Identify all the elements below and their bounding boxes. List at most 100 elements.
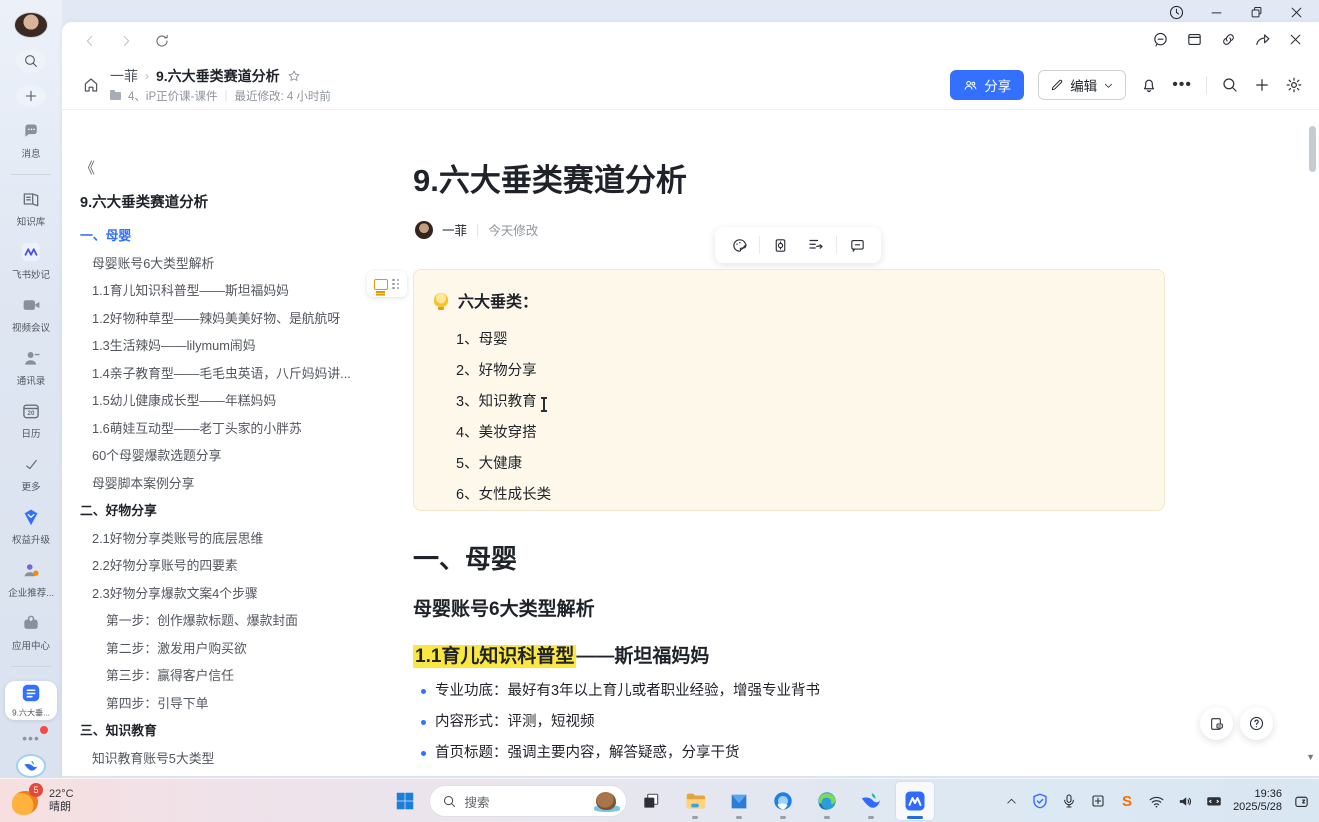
forward-icon[interactable]: [118, 33, 134, 49]
feedback-icon[interactable]: [1200, 707, 1233, 740]
security-shield-icon[interactable]: [1030, 792, 1050, 810]
bell-icon[interactable]: [1140, 76, 1158, 94]
scrollbar-thumb[interactable]: [1309, 126, 1316, 172]
callout-item[interactable]: 5、大健康: [434, 449, 1144, 480]
restore-icon[interactable]: [1241, 1, 1271, 23]
comment-bubble-icon[interactable]: [1152, 31, 1169, 48]
sidebar-item-calendar[interactable]: 20 日历: [3, 400, 59, 440]
open-doc-tab[interactable]: 9.六大垂...: [5, 681, 57, 720]
bullet-item[interactable]: 首页标题：强调主要内容，解答疑惑，分享干货: [413, 738, 820, 769]
outline-item[interactable]: 母婴账号6大类型解析: [76, 250, 376, 278]
callout-item[interactable]: 6、女性成长类: [434, 480, 1144, 511]
doc-link-icon[interactable]: [762, 230, 798, 260]
create-plus-icon[interactable]: [16, 85, 46, 108]
drag-handle-icon[interactable]: [392, 279, 400, 289]
mail-app-button[interactable]: [719, 781, 759, 821]
theme-palette-icon[interactable]: [721, 230, 757, 260]
rail-more-apps-button[interactable]: •••: [16, 730, 46, 746]
close-icon[interactable]: [1281, 1, 1311, 23]
collapse-outline-icon[interactable]: 《: [80, 157, 92, 178]
user-avatar[interactable]: [14, 12, 48, 38]
outline-item[interactable]: 知识教育账号5大类型: [76, 745, 376, 773]
outline-item[interactable]: 1.3生活辣妈——lilymum闹妈: [76, 332, 376, 360]
author-name[interactable]: 一菲: [442, 220, 467, 239]
outline-item[interactable]: 第一步：创作爆款标题、爆款封面: [76, 607, 376, 635]
copy-link-icon[interactable]: [1220, 31, 1237, 48]
microphone-icon[interactable]: [1059, 793, 1079, 809]
taskbar-search-box[interactable]: 搜索: [429, 785, 627, 817]
outline-item[interactable]: 第四步：引导下单: [76, 690, 376, 718]
sidebar-item-contacts[interactable]: 通讯录: [3, 347, 59, 387]
history-icon[interactable]: [1161, 1, 1191, 23]
gear-icon[interactable]: [1285, 76, 1303, 94]
sidebar-item-meetings[interactable]: 视频会议: [3, 294, 59, 334]
volume-icon[interactable]: [1175, 793, 1195, 810]
outline-item[interactable]: 二、好物分享: [76, 497, 376, 525]
sogou-input-icon[interactable]: S: [1117, 793, 1137, 810]
home-icon[interactable]: [82, 76, 100, 94]
outline-item[interactable]: 母婴脚本案例分享: [76, 470, 376, 498]
outline-item[interactable]: 1.2好物种草型——辣妈美美好物、是航航呀: [76, 305, 376, 333]
callout-item[interactable]: 4、美妆穿搭: [434, 418, 1144, 449]
outline-item[interactable]: 一、母婴: [76, 222, 376, 250]
outline-item[interactable]: 2.2好物分享账号的四要素: [76, 552, 376, 580]
wifi-icon[interactable]: [1146, 793, 1166, 810]
ime-indicator-icon[interactable]: [1088, 793, 1108, 809]
search-icon[interactable]: [16, 50, 46, 73]
outline-item[interactable]: 1.6萌娃互动型——老丁头家的小胖苏: [76, 415, 376, 443]
new-doc-plus-icon[interactable]: [1253, 76, 1271, 94]
share-forward-icon[interactable]: [1254, 31, 1271, 48]
outline-item[interactable]: 第二步：激发用户购买欲: [76, 635, 376, 663]
scrollbar[interactable]: ▼: [1308, 121, 1316, 762]
outline-item[interactable]: 第三步：赢得客户信任: [76, 662, 376, 690]
outline-list-icon[interactable]: [798, 230, 834, 260]
outline-item[interactable]: 1.1育儿知识科普型——斯坦福妈妈: [76, 277, 376, 305]
feishu-app-icon[interactable]: [16, 754, 46, 778]
back-icon[interactable]: [82, 33, 98, 49]
feishu-taskbar-button[interactable]: [851, 781, 891, 821]
star-icon[interactable]: [287, 69, 301, 83]
tray-expand-icon[interactable]: [1001, 795, 1021, 808]
edit-button[interactable]: 编辑: [1038, 70, 1126, 100]
sidebar-item-more[interactable]: 更多: [3, 453, 59, 493]
bullet-item[interactable]: 内容形式：评测，短视频: [413, 707, 820, 738]
minimize-icon[interactable]: [1201, 1, 1231, 23]
bullet-item[interactable]: 专业功底：最好有3年以上育儿或者职业经验，增强专业背书: [413, 676, 820, 707]
outline-item[interactable]: 60个母婴爆款选题分享: [76, 442, 376, 470]
callout-item[interactable]: 1、母婴: [434, 325, 1144, 356]
outline-item[interactable]: 2.3好物分享爆款文案4个步骤: [76, 580, 376, 608]
file-explorer-button[interactable]: [675, 781, 715, 821]
heading-1[interactable]: 一、母婴: [413, 539, 517, 576]
callout-block[interactable]: 六大垂类： 1、母婴 2、好物分享 3、知识教育 4、美妆穿搭 5、大健康 6、…: [413, 269, 1165, 511]
breadcrumb-owner[interactable]: 一菲: [110, 66, 138, 86]
refresh-icon[interactable]: [154, 33, 170, 49]
heading-3[interactable]: 1.1育儿知识科普型——斯坦福妈妈: [413, 641, 709, 668]
search-doc-icon[interactable]: [1221, 76, 1239, 94]
edge-browser-button[interactable]: [807, 781, 847, 821]
sidebar-item-messages[interactable]: 消息: [3, 120, 59, 160]
outline-item[interactable]: 1.5幼儿健康成长型——年糕妈妈: [76, 387, 376, 415]
outline-item[interactable]: 三、知识教育: [76, 717, 376, 745]
notification-dnd-icon[interactable]: [1291, 793, 1311, 810]
author-avatar[interactable]: [415, 221, 433, 239]
callout-item[interactable]: 2、好物分享: [434, 356, 1144, 387]
outline-item[interactable]: 2.1好物分享类账号的底层思维: [76, 525, 376, 553]
window-mode-icon[interactable]: [1186, 31, 1203, 48]
heading-2[interactable]: 母婴账号6大类型解析: [413, 594, 595, 621]
sidebar-item-wiki[interactable]: 知识库: [3, 188, 59, 228]
taskbar-clock[interactable]: 19:36 2025/5/28: [1233, 788, 1282, 814]
weather-widget[interactable]: 5 22°C 晴朗: [0, 785, 74, 817]
task-view-button[interactable]: [631, 781, 671, 821]
outline-item[interactable]: 1.4亲子教育型——毛毛虫英语，八斤妈妈讲...: [76, 360, 376, 388]
gpu-tray-icon[interactable]: [1204, 792, 1224, 810]
sidebar-item-appcenter[interactable]: 应用中心: [3, 612, 59, 652]
comment-icon[interactable]: [839, 230, 875, 260]
start-button[interactable]: [385, 781, 425, 821]
sidebar-item-upgrade[interactable]: 权益升级: [3, 506, 59, 546]
breadcrumb-doc-title[interactable]: 9.六大垂类赛道分析: [156, 66, 280, 86]
browser-app-button[interactable]: [763, 781, 803, 821]
scroll-down-arrow[interactable]: ▼: [1306, 752, 1315, 762]
page-title[interactable]: 9.六大垂类赛道分析: [413, 155, 687, 200]
share-button[interactable]: 分享: [950, 70, 1024, 100]
sidebar-item-recommend[interactable]: 企业推荐...: [3, 559, 59, 599]
